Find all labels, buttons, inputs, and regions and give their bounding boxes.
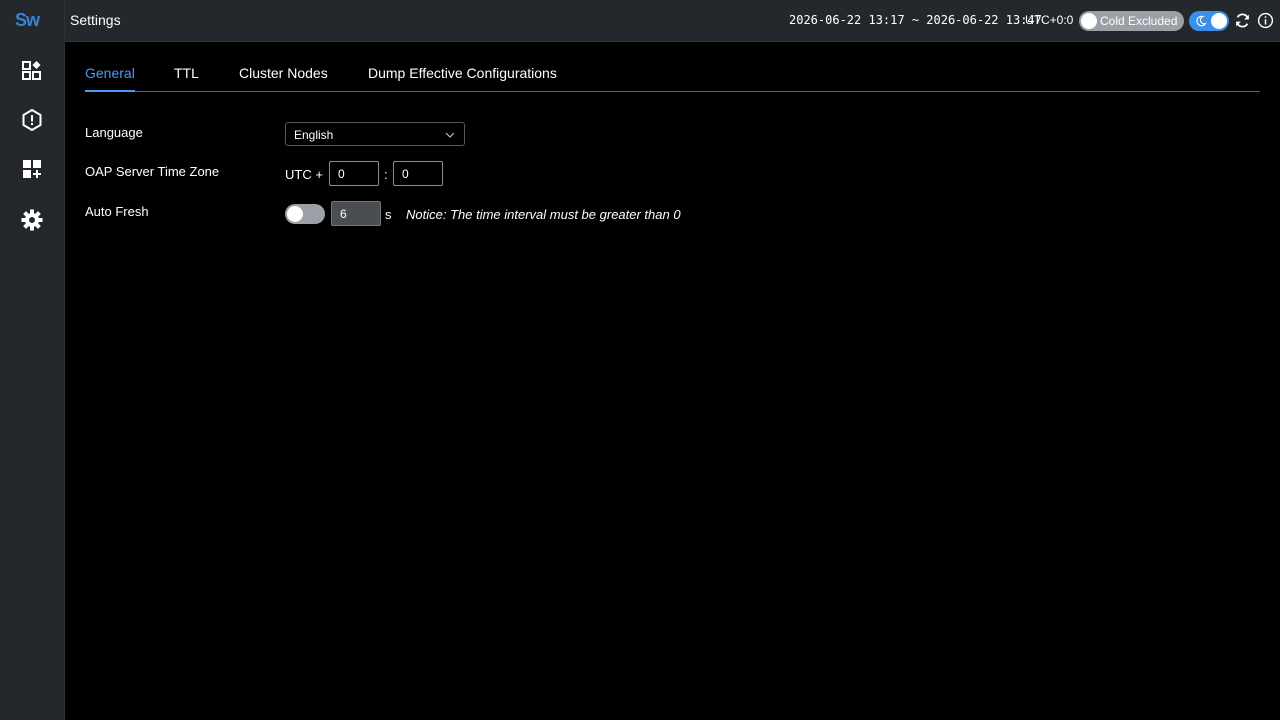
cold-excluded-toggle[interactable]: Cold Excluded	[1079, 11, 1184, 31]
utc-minutes-input[interactable]	[393, 161, 443, 186]
active-tab-indicator	[85, 90, 135, 92]
utc-hours-input[interactable]	[329, 161, 379, 186]
time-range-picker[interactable]: 2026-06-22 13:17 ~ 2026-06-22 13:47	[789, 13, 1042, 27]
dashboard-icon[interactable]	[20, 58, 44, 82]
settings-tabs: General TTL Cluster Nodes Dump Effective…	[85, 56, 1260, 92]
gear-icon[interactable]	[20, 208, 44, 232]
tab-dump-effective-configurations[interactable]: Dump Effective Configurations	[368, 65, 557, 81]
dark-mode-toggle[interactable]	[1189, 11, 1229, 31]
toggle-knob	[1081, 13, 1097, 29]
cold-excluded-label: Cold Excluded	[1100, 14, 1178, 28]
page-title: Settings	[70, 12, 121, 28]
utc-prefix: UTC +	[285, 167, 323, 182]
timezone-label: UTC+0:0	[1025, 13, 1074, 27]
tab-general[interactable]: General	[85, 65, 135, 81]
utc-separator: :	[384, 167, 388, 182]
moon-icon	[1196, 15, 1207, 27]
toggle-knob	[287, 206, 303, 222]
tab-cluster-nodes[interactable]: Cluster Nodes	[239, 65, 328, 81]
toggle-knob	[1211, 13, 1227, 29]
timezone-setting-label: OAP Server Time Zone	[85, 164, 220, 179]
language-select[interactable]: English	[285, 122, 465, 146]
chevron-down-icon	[445, 132, 455, 138]
sidebar: Sw	[0, 0, 65, 720]
interval-unit: s	[385, 207, 392, 222]
add-widget-icon[interactable]	[20, 157, 44, 181]
header-bar: Settings 2026-06-22 13:17 ~ 2026-06-22 1…	[65, 0, 1280, 42]
info-icon[interactable]	[1257, 12, 1274, 29]
language-value: English	[294, 128, 334, 142]
auto-fresh-notice: Notice: The time interval must be greate…	[406, 207, 681, 222]
auto-fresh-interval-input[interactable]	[331, 201, 381, 226]
logo[interactable]: Sw	[15, 9, 49, 31]
tab-ttl[interactable]: TTL	[174, 65, 199, 81]
alert-icon[interactable]	[20, 108, 44, 132]
refresh-icon[interactable]	[1234, 12, 1251, 29]
auto-fresh-label: Auto Fresh	[85, 204, 149, 219]
auto-fresh-toggle[interactable]	[285, 204, 325, 224]
language-label: Language	[85, 125, 143, 140]
